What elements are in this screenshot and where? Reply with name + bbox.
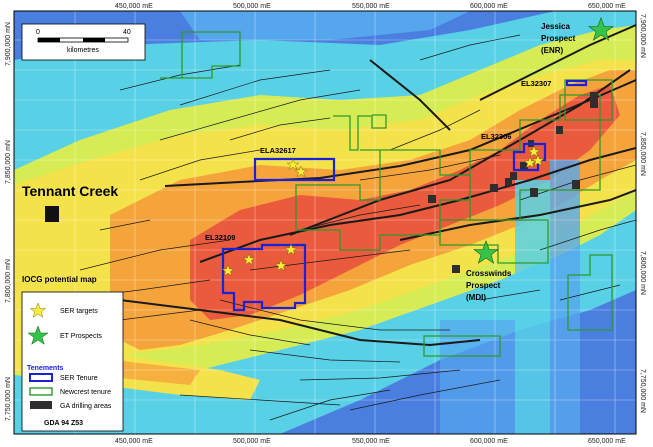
x-tick-top-3: 550,000 mE — [352, 3, 390, 10]
x-tick-bottom-5: 650,000 mE — [588, 438, 626, 445]
tenement-el32307: EL32307 — [521, 79, 551, 88]
x-tick-top-1: 450,000 mE — [115, 3, 153, 10]
legend-ser-tenure: SER Tenure — [60, 375, 98, 382]
y-tick-left-1: 7,900,000 mN — [5, 22, 12, 66]
y-tick-right-1: 7,900,000 mN — [639, 14, 646, 58]
legend-datum: GDA 94 Z53 — [44, 420, 83, 427]
y-tick-right-4: 7,750,000 mN — [639, 369, 646, 413]
y-tick-left-4: 7,750,000 mN — [5, 377, 12, 421]
x-tick-bottom-4: 600,000 mE — [470, 438, 508, 445]
tenement-el32109: EL32109 — [205, 233, 235, 242]
scale-end: 40 — [123, 29, 131, 36]
legend-tenements-heading: Tenements — [27, 365, 64, 372]
jessica-line-1: Jessica — [541, 22, 570, 31]
y-tick-right-3: 7,800,000 mN — [639, 251, 646, 295]
tenement-el32306: EL32306 — [481, 132, 511, 141]
crosswinds-line-3: (MDI) — [466, 293, 486, 302]
scale-unit: kilometres — [67, 47, 99, 54]
x-tick-top-2: 500,000 mE — [233, 3, 271, 10]
tennant-creek-label: Tennant Creek — [22, 183, 118, 199]
x-tick-bottom-2: 500,000 mE — [233, 438, 271, 445]
x-tick-bottom-3: 550,000 mE — [352, 438, 390, 445]
crosswinds-line-1: Crosswinds — [466, 269, 512, 278]
jessica-line-2: Prospect — [541, 34, 576, 43]
tenement-ela32617: ELA32617 — [260, 146, 296, 155]
square-icon — [45, 206, 59, 222]
scale-start: 0 — [36, 29, 40, 36]
iocg-potential-map: Tennant Creek IOCG potential map Jessica… — [5, 3, 646, 445]
jessica-line-3: (ENR) — [541, 46, 564, 55]
y-tick-left-2: 7,850,000 mN — [5, 140, 12, 184]
x-tick-top-5: 650,000 mE — [588, 3, 626, 10]
legend-ser-targets: SER targets — [60, 308, 98, 315]
legend-ga-drilling: GA drilling areas — [60, 403, 112, 410]
crosswinds-line-2: Prospect — [466, 281, 501, 290]
x-tick-bottom-1: 450,000 mE — [115, 438, 153, 445]
x-tick-top-4: 600,000 mE — [470, 3, 508, 10]
legend: SER targets ET Prospects Tenements SER T… — [21, 291, 124, 432]
y-tick-right-2: 7,850,000 mN — [639, 132, 646, 176]
iocg-title: IOCG potential map — [22, 275, 97, 284]
scale-bar: 0 40 kilometres — [21, 23, 146, 61]
y-tick-left-3: 7,800,000 mN — [5, 259, 12, 303]
legend-et-prospects: ET Prospects — [60, 333, 102, 340]
legend-newcrest-tenure: Newcrest tenure — [60, 389, 111, 396]
